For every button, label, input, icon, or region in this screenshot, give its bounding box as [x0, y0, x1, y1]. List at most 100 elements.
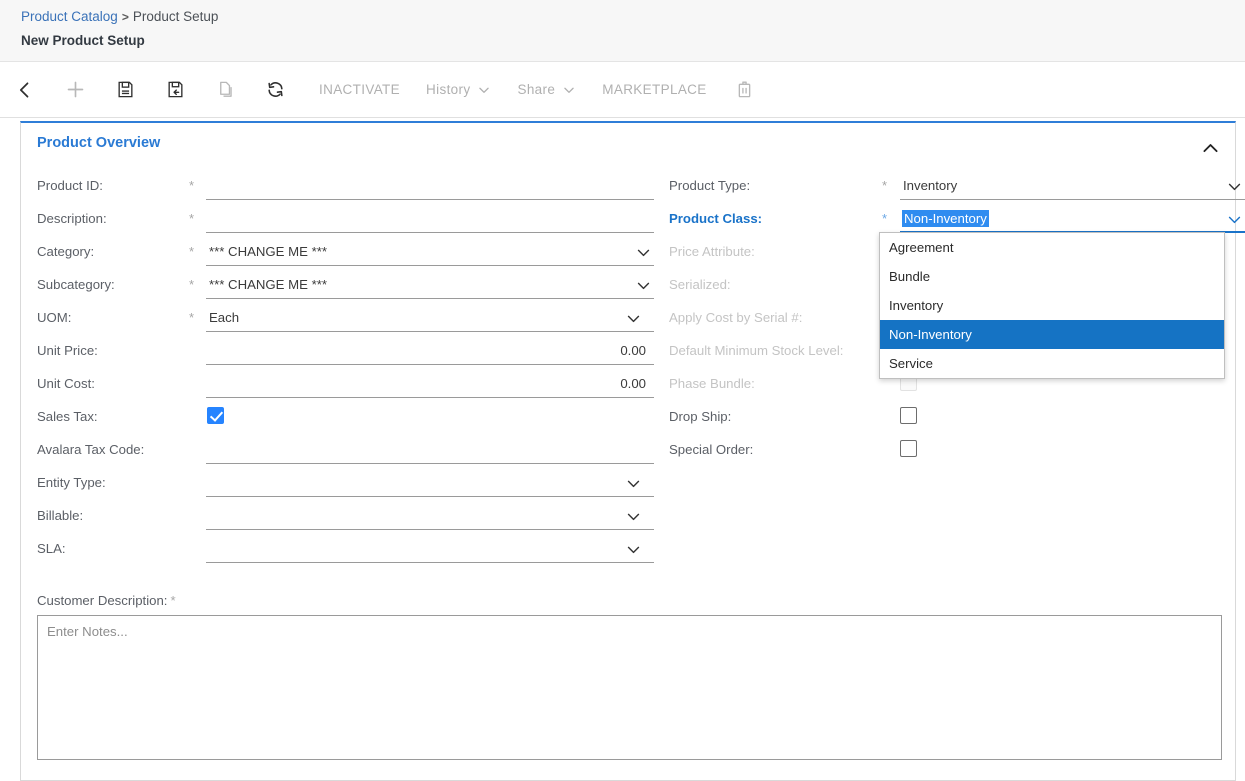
back-icon[interactable] — [0, 62, 50, 118]
required-marker: * — [170, 593, 175, 608]
textarea-customer-description[interactable]: Enter Notes... — [37, 615, 1222, 760]
input-description[interactable] — [206, 206, 654, 233]
field-row-unit-price: Unit Price: 0.00 — [21, 335, 661, 368]
label-entity-type: Entity Type: — [37, 475, 106, 490]
label-default-minimum-stock-level: Default Minimum Stock Level: — [669, 343, 843, 358]
required-marker: * — [189, 311, 194, 324]
field-row-sales-tax: Sales Tax: — [21, 401, 661, 434]
history-menu[interactable]: History — [413, 62, 504, 118]
label-product-class: Product Class: — [669, 211, 762, 226]
required-marker: * — [882, 212, 887, 225]
select-subcategory[interactable]: *** CHANGE ME *** — [206, 272, 654, 299]
field-row-billable: Billable: — [21, 500, 661, 533]
field-row-subcategory: Subcategory: * *** CHANGE ME *** — [21, 269, 661, 302]
checkbox-special-order[interactable] — [900, 440, 917, 457]
label-unit-cost: Unit Cost: — [37, 376, 95, 391]
label-category: Category: — [37, 244, 94, 259]
customer-description-text: Customer Description: — [37, 593, 167, 608]
checkbox-sales-tax[interactable] — [207, 407, 224, 424]
value-unit-price: 0.00 — [620, 343, 646, 358]
chevron-down-icon — [562, 83, 576, 97]
page-header: Product Catalog>Product Setup New Produc… — [0, 0, 1245, 62]
field-row-description: Description: * — [21, 203, 661, 236]
share-label: Share — [517, 82, 555, 97]
required-marker: * — [882, 179, 887, 192]
field-row-product-type: Product Type: * Inventory — [649, 170, 1239, 203]
label-uom: UOM: — [37, 310, 71, 325]
chevron-down-icon[interactable] — [624, 309, 642, 327]
marketplace-button[interactable]: MARKETPLACE — [589, 62, 719, 118]
product-overview-panel: Product Overview Product ID: * Descripti… — [20, 121, 1236, 781]
field-row-special-order: Special Order: — [649, 434, 1239, 467]
chevron-down-icon[interactable] — [1225, 210, 1243, 228]
input-product-id[interactable] — [206, 173, 654, 200]
chevron-down-icon[interactable] — [1225, 177, 1243, 195]
label-serialized: Serialized: — [669, 277, 731, 292]
field-row-drop-ship: Drop Ship: — [649, 401, 1239, 434]
chevron-down-icon[interactable] — [624, 540, 642, 558]
dropdown-option-service[interactable]: Service — [880, 349, 1224, 378]
trash-icon[interactable] — [720, 62, 770, 118]
input-unit-price[interactable]: 0.00 — [206, 338, 654, 365]
select-product-class[interactable]: Non-Inventory — [900, 206, 1245, 233]
toolbar: INACTIVATE History Share MARKETPLACE — [0, 62, 1245, 118]
select-product-type[interactable]: Inventory — [900, 173, 1245, 200]
chevron-down-icon[interactable] — [624, 474, 642, 492]
label-billable: Billable: — [37, 508, 83, 523]
copy-icon[interactable] — [200, 62, 250, 118]
field-row-product-id: Product ID: * — [21, 170, 661, 203]
select-billable[interactable] — [206, 503, 654, 530]
select-sla[interactable] — [206, 536, 654, 563]
save-and-close-icon[interactable] — [150, 62, 200, 118]
required-marker: * — [189, 212, 194, 225]
field-row-avalara-tax-code: Avalara Tax Code: — [21, 434, 661, 467]
left-field-column: Product ID: * Description: * Category: *… — [21, 170, 661, 566]
input-avalara-tax-code[interactable] — [206, 437, 654, 464]
dropdown-option-non-inventory[interactable]: Non-Inventory — [880, 320, 1224, 349]
dropdown-option-agreement[interactable]: Agreement — [880, 233, 1224, 262]
label-special-order: Special Order: — [669, 442, 753, 457]
chevron-up-icon[interactable] — [1193, 131, 1227, 165]
inactivate-button[interactable]: INACTIVATE — [306, 62, 413, 118]
breadcrumb-current[interactable]: Product Setup — [133, 9, 219, 24]
panel-title: Product Overview — [37, 135, 160, 151]
field-row-sla: SLA: — [21, 533, 661, 566]
customer-description-placeholder: Enter Notes... — [47, 624, 128, 639]
label-sla: SLA: — [37, 541, 66, 556]
value-product-type: Inventory — [903, 178, 957, 193]
value-category: *** CHANGE ME *** — [209, 244, 327, 259]
select-uom[interactable]: Each — [206, 305, 654, 332]
refresh-icon[interactable] — [250, 62, 300, 118]
label-product-id: Product ID: — [37, 178, 103, 193]
save-icon[interactable] — [100, 62, 150, 118]
breadcrumb-parent-link[interactable]: Product Catalog — [21, 9, 118, 24]
required-marker: * — [189, 278, 194, 291]
value-product-class: Non-Inventory — [902, 210, 989, 227]
field-row-unit-cost: Unit Cost: 0.00 — [21, 368, 661, 401]
value-subcategory: *** CHANGE ME *** — [209, 277, 327, 292]
label-avalara-tax-code: Avalara Tax Code: — [37, 442, 144, 457]
chevron-down-icon — [477, 83, 491, 97]
add-icon[interactable] — [50, 62, 100, 118]
label-drop-ship: Drop Ship: — [669, 409, 731, 424]
input-unit-cost[interactable]: 0.00 — [206, 371, 654, 398]
label-unit-price: Unit Price: — [37, 343, 98, 358]
field-row-uom: UOM: * Each — [21, 302, 661, 335]
breadcrumb-separator-icon: > — [122, 10, 129, 24]
chevron-down-icon[interactable] — [624, 507, 642, 525]
label-apply-cost-by-serial: Apply Cost by Serial #: — [669, 310, 802, 325]
dropdown-option-inventory[interactable]: Inventory — [880, 291, 1224, 320]
product-class-dropdown[interactable]: Agreement Bundle Inventory Non-Inventory… — [879, 232, 1225, 379]
field-row-category: Category: * *** CHANGE ME *** — [21, 236, 661, 269]
label-customer-description: Customer Description:* — [37, 593, 176, 608]
checkbox-drop-ship[interactable] — [900, 407, 917, 424]
share-menu[interactable]: Share — [504, 62, 589, 118]
label-subcategory: Subcategory: — [37, 277, 115, 292]
value-uom: Each — [209, 310, 239, 325]
dropdown-option-bundle[interactable]: Bundle — [880, 262, 1224, 291]
select-entity-type[interactable] — [206, 470, 654, 497]
label-sales-tax: Sales Tax: — [37, 409, 98, 424]
breadcrumb: Product Catalog > Product Setup — [21, 9, 218, 24]
field-row-entity-type: Entity Type: — [21, 467, 661, 500]
select-category[interactable]: *** CHANGE ME *** — [206, 239, 654, 266]
